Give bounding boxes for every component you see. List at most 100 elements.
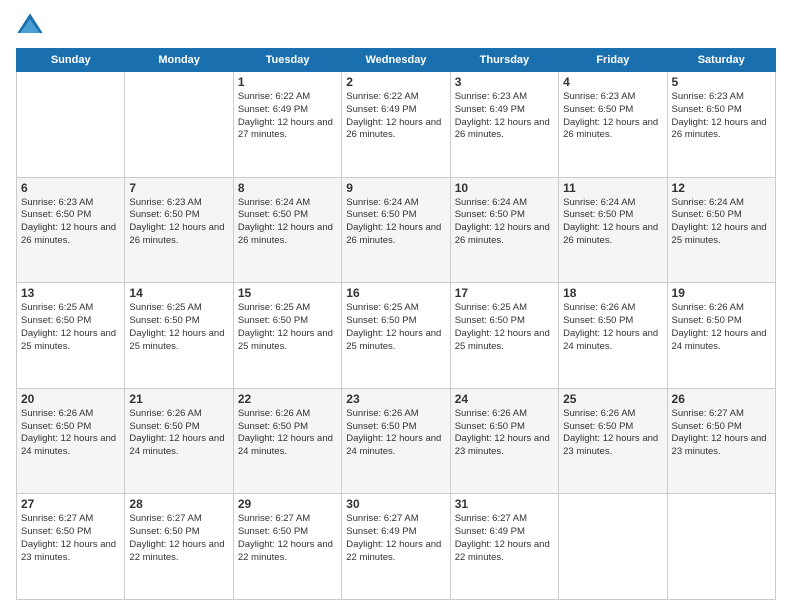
logo bbox=[16, 12, 48, 40]
calendar-cell: 22 Sunrise: 6:26 AM Sunset: 6:50 PM Dayli… bbox=[233, 388, 341, 494]
day-number: 23 bbox=[346, 392, 445, 406]
day-info: Sunrise: 6:27 AM Sunset: 6:50 PM Dayligh… bbox=[238, 513, 337, 564]
day-info: Sunrise: 6:22 AM Sunset: 6:49 PM Dayligh… bbox=[238, 91, 337, 142]
calendar-cell: 9Sunrise: 6:24 AM Sunset: 6:50 PM Daylig… bbox=[342, 177, 450, 283]
weekday-header-tuesday: Tuesday bbox=[233, 49, 341, 72]
day-number: 5 bbox=[672, 75, 771, 89]
calendar-cell: 5 Sunrise: 6:23 AM Sunset: 6:50 PM Daylig… bbox=[667, 72, 775, 178]
day-number: 21 bbox=[129, 392, 228, 406]
calendar-cell: 30Sunrise: 6:27 AM Sunset: 6:49 PM Dayli… bbox=[342, 494, 450, 600]
day-info: Sunrise: 6:23 AM Sunset: 6:49 PM Dayligh… bbox=[455, 91, 554, 142]
calendar-cell: 16 Sunrise: 6:25 AM Sunset: 6:50 PM Dayli… bbox=[342, 283, 450, 389]
day-number: 14 bbox=[129, 286, 228, 300]
weekday-header-monday: Monday bbox=[125, 49, 233, 72]
day-number: 6 bbox=[21, 181, 120, 195]
calendar-cell: 26 Sunrise: 6:27 AM Sunset: 6:50 PM Dayli… bbox=[667, 388, 775, 494]
calendar-cell: 14 Sunrise: 6:25 AM Sunset: 6:50 PM Dayli… bbox=[125, 283, 233, 389]
day-info: Sunrise: 6:27 AM Sunset: 6:50 PM Dayligh… bbox=[672, 408, 771, 459]
calendar-cell: 13 Sunrise: 6:25 AM Sunset: 6:50 PM Dayli… bbox=[17, 283, 125, 389]
calendar-cell: 18 Sunrise: 6:26 AM Sunset: 6:50 PM Dayli… bbox=[559, 283, 667, 389]
day-info: Sunrise: 6:26 AM Sunset: 6:50 PM Dayligh… bbox=[672, 302, 771, 353]
day-number: 22 bbox=[238, 392, 337, 406]
week-row-4: 20 Sunrise: 6:26 AM Sunset: 6:50 PM Dayli… bbox=[17, 388, 776, 494]
week-row-5: 27 Sunrise: 6:27 AM Sunset: 6:50 PM Dayli… bbox=[17, 494, 776, 600]
day-number: 26 bbox=[672, 392, 771, 406]
calendar-cell: 25 Sunrise: 6:26 AM Sunset: 6:50 PM Dayli… bbox=[559, 388, 667, 494]
day-number: 12 bbox=[672, 181, 771, 195]
calendar-cell bbox=[17, 72, 125, 178]
day-info: Sunrise: 6:26 AM Sunset: 6:50 PM Dayligh… bbox=[346, 408, 445, 459]
day-number: 28 bbox=[129, 497, 228, 511]
day-info: Sunrise: 6:26 AM Sunset: 6:50 PM Dayligh… bbox=[238, 408, 337, 459]
day-number: 2 bbox=[346, 75, 445, 89]
calendar-cell: 4 Sunrise: 6:23 AM Sunset: 6:50 PM Daylig… bbox=[559, 72, 667, 178]
day-info: Sunrise: 6:25 AM Sunset: 6:50 PM Dayligh… bbox=[129, 302, 228, 353]
day-number: 20 bbox=[21, 392, 120, 406]
day-number: 31 bbox=[455, 497, 554, 511]
day-number: 11 bbox=[563, 181, 662, 195]
day-info: Sunrise: 6:26 AM Sunset: 6:50 PM Dayligh… bbox=[563, 302, 662, 353]
day-number: 15 bbox=[238, 286, 337, 300]
calendar-cell bbox=[125, 72, 233, 178]
calendar-cell: 23 Sunrise: 6:26 AM Sunset: 6:50 PM Dayli… bbox=[342, 388, 450, 494]
calendar-cell: 8 Sunrise: 6:24 AM Sunset: 6:50 PM Daylig… bbox=[233, 177, 341, 283]
day-info: Sunrise: 6:27 AM Sunset: 6:49 PM Dayligh… bbox=[455, 513, 554, 564]
day-number: 16 bbox=[346, 286, 445, 300]
day-info: Sunrise: 6:25 AM Sunset: 6:50 PM Dayligh… bbox=[346, 302, 445, 353]
calendar-cell: 24Sunrise: 6:26 AM Sunset: 6:50 PM Dayli… bbox=[450, 388, 558, 494]
weekday-header-sunday: Sunday bbox=[17, 49, 125, 72]
day-info: Sunrise: 6:25 AM Sunset: 6:50 PM Dayligh… bbox=[21, 302, 120, 353]
weekday-header-friday: Friday bbox=[559, 49, 667, 72]
day-info: Sunrise: 6:26 AM Sunset: 6:50 PM Dayligh… bbox=[455, 408, 554, 459]
calendar-cell: 15 Sunrise: 6:25 AM Sunset: 6:50 PM Dayli… bbox=[233, 283, 341, 389]
page: SundayMondayTuesdayWednesdayThursdayFrid… bbox=[0, 0, 792, 612]
weekday-header-row: SundayMondayTuesdayWednesdayThursdayFrid… bbox=[17, 49, 776, 72]
day-info: Sunrise: 6:23 AM Sunset: 6:50 PM Dayligh… bbox=[563, 91, 662, 142]
day-number: 1 bbox=[238, 75, 337, 89]
calendar-table: SundayMondayTuesdayWednesdayThursdayFrid… bbox=[16, 48, 776, 600]
day-info: Sunrise: 6:27 AM Sunset: 6:50 PM Dayligh… bbox=[129, 513, 228, 564]
calendar-cell bbox=[667, 494, 775, 600]
calendar-cell: 21 Sunrise: 6:26 AM Sunset: 6:50 PM Dayli… bbox=[125, 388, 233, 494]
day-number: 4 bbox=[563, 75, 662, 89]
day-number: 29 bbox=[238, 497, 337, 511]
weekday-header-thursday: Thursday bbox=[450, 49, 558, 72]
calendar-cell bbox=[559, 494, 667, 600]
day-number: 27 bbox=[21, 497, 120, 511]
weekday-header-saturday: Saturday bbox=[667, 49, 775, 72]
calendar-cell: 7Sunrise: 6:23 AM Sunset: 6:50 PM Daylig… bbox=[125, 177, 233, 283]
day-number: 13 bbox=[21, 286, 120, 300]
day-info: Sunrise: 6:24 AM Sunset: 6:50 PM Dayligh… bbox=[238, 197, 337, 248]
logo-icon bbox=[16, 12, 44, 40]
day-number: 3 bbox=[455, 75, 554, 89]
day-info: Sunrise: 6:23 AM Sunset: 6:50 PM Dayligh… bbox=[21, 197, 120, 248]
calendar-cell: 31 Sunrise: 6:27 AM Sunset: 6:49 PM Dayli… bbox=[450, 494, 558, 600]
calendar-cell: 27 Sunrise: 6:27 AM Sunset: 6:50 PM Dayli… bbox=[17, 494, 125, 600]
day-number: 18 bbox=[563, 286, 662, 300]
calendar-cell: 11Sunrise: 6:24 AM Sunset: 6:50 PM Dayli… bbox=[559, 177, 667, 283]
day-number: 7 bbox=[129, 181, 228, 195]
calendar-cell: 19 Sunrise: 6:26 AM Sunset: 6:50 PM Dayli… bbox=[667, 283, 775, 389]
day-info: Sunrise: 6:27 AM Sunset: 6:50 PM Dayligh… bbox=[21, 513, 120, 564]
day-info: Sunrise: 6:26 AM Sunset: 6:50 PM Dayligh… bbox=[129, 408, 228, 459]
calendar-cell: 17 Sunrise: 6:25 AM Sunset: 6:50 PM Dayli… bbox=[450, 283, 558, 389]
weekday-header-wednesday: Wednesday bbox=[342, 49, 450, 72]
day-number: 17 bbox=[455, 286, 554, 300]
day-info: Sunrise: 6:24 AM Sunset: 6:50 PM Dayligh… bbox=[455, 197, 554, 248]
day-number: 10 bbox=[455, 181, 554, 195]
day-number: 19 bbox=[672, 286, 771, 300]
day-info: Sunrise: 6:23 AM Sunset: 6:50 PM Dayligh… bbox=[672, 91, 771, 142]
day-info: Sunrise: 6:26 AM Sunset: 6:50 PM Dayligh… bbox=[563, 408, 662, 459]
day-number: 25 bbox=[563, 392, 662, 406]
day-info: Sunrise: 6:25 AM Sunset: 6:50 PM Dayligh… bbox=[238, 302, 337, 353]
day-info: Sunrise: 6:24 AM Sunset: 6:50 PM Dayligh… bbox=[346, 197, 445, 248]
day-info: Sunrise: 6:25 AM Sunset: 6:50 PM Dayligh… bbox=[455, 302, 554, 353]
day-number: 8 bbox=[238, 181, 337, 195]
day-info: Sunrise: 6:26 AM Sunset: 6:50 PM Dayligh… bbox=[21, 408, 120, 459]
header bbox=[16, 12, 776, 40]
week-row-2: 6 Sunrise: 6:23 AM Sunset: 6:50 PM Daylig… bbox=[17, 177, 776, 283]
week-row-1: 1 Sunrise: 6:22 AM Sunset: 6:49 PM Daylig… bbox=[17, 72, 776, 178]
calendar-cell: 12Sunrise: 6:24 AM Sunset: 6:50 PM Dayli… bbox=[667, 177, 775, 283]
calendar-cell: 1 Sunrise: 6:22 AM Sunset: 6:49 PM Daylig… bbox=[233, 72, 341, 178]
day-info: Sunrise: 6:27 AM Sunset: 6:49 PM Dayligh… bbox=[346, 513, 445, 564]
